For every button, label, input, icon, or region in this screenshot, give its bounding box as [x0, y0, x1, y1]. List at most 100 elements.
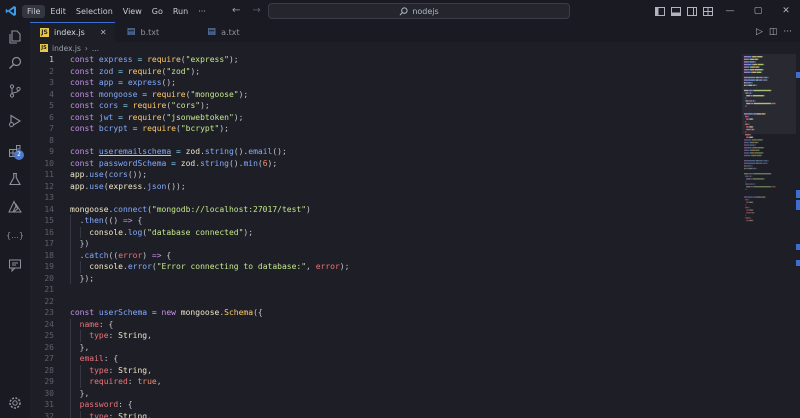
tab-index-js[interactable]: JS index.js ✕ [30, 22, 115, 42]
code-line[interactable]: 15 .then(() => { [30, 215, 742, 227]
minimap-token [756, 71, 762, 73]
minimap-token [745, 175, 748, 177]
code-line[interactable]: 31 password: { [30, 399, 742, 411]
code-line[interactable]: 24 name: { [30, 318, 742, 330]
breadcrumb-file[interactable]: index.js [52, 44, 81, 53]
minimap-token [750, 212, 752, 214]
code-line[interactable]: 14 mongoose.connect("mongodb://localhost:… [30, 204, 742, 216]
code-line[interactable]: 9 const useremailschema = zod.string().em… [30, 146, 742, 158]
json-braces-icon[interactable]: {...} [0, 222, 30, 248]
code-line[interactable]: 20 }); [30, 272, 742, 284]
menu-item-run[interactable]: Run [168, 5, 193, 18]
breadcrumb-trail[interactable]: ... [92, 44, 99, 53]
command-center-search[interactable]: nodejs [268, 3, 570, 19]
settings-gear-icon[interactable] [0, 390, 30, 416]
close-window-button[interactable]: ✕ [772, 0, 800, 22]
explorer-icon[interactable] [0, 24, 30, 50]
code-line[interactable]: 17 }) [30, 238, 742, 250]
minimize-button[interactable]: — [716, 0, 744, 22]
close-tab-icon[interactable]: ✕ [100, 28, 107, 37]
minimap-token [766, 162, 767, 164]
code-line[interactable]: 8 [30, 135, 742, 147]
customize-layout-icon[interactable] [700, 0, 716, 22]
code-line[interactable]: 4 const mongoose = require("mongoose"); [30, 89, 742, 101]
vertical-scrollbar[interactable] [796, 54, 800, 418]
minimap-token [745, 97, 747, 99]
code-line[interactable]: 3 const app = express(); [30, 77, 742, 89]
toggle-primary-sidebar-icon[interactable] [652, 0, 668, 22]
menu-item-view[interactable]: View [118, 5, 147, 18]
code-line[interactable]: 7 const bcrypt = require("bcrypt"); [30, 123, 742, 135]
code-line[interactable]: 1 const express = require("express"); [30, 54, 742, 66]
minimap-token [754, 58, 756, 60]
search-sidebar-icon[interactable] [0, 50, 30, 76]
code-line[interactable]: 25 type: String, [30, 330, 742, 342]
code-line[interactable]: 27 email: { [30, 353, 742, 365]
toggle-panel-icon[interactable] [668, 0, 684, 22]
testing-flask-icon[interactable] [0, 166, 30, 192]
code-line[interactable]: 30 }, [30, 387, 742, 399]
menu-item-file[interactable]: File [22, 4, 46, 18]
code-line[interactable]: 18 .catch((error) => { [30, 249, 742, 261]
code-line[interactable]: 5 const cors = require("cors"); [30, 100, 742, 112]
minimap-token [753, 89, 771, 92]
minimap-token [750, 186, 751, 188]
toggle-secondary-sidebar-icon[interactable] [684, 0, 700, 22]
minimap-token [744, 149, 748, 151]
menu-item-selection[interactable]: Selection [71, 5, 118, 18]
code-line[interactable]: 10 const passwordSchema = zod.string().mi… [30, 158, 742, 170]
code-line[interactable]: 21 [30, 284, 742, 296]
source-control-icon[interactable] [0, 78, 30, 104]
minimap-token [772, 186, 775, 188]
menu-item-edit[interactable]: Edit [45, 5, 71, 18]
minimap[interactable] [742, 54, 798, 418]
split-editor-icon[interactable]: ◫ [769, 27, 778, 37]
code-line[interactable]: 29 required: true, [30, 376, 742, 388]
run-debug-icon[interactable] [0, 108, 30, 134]
menu-item-go[interactable]: Go [147, 5, 168, 18]
code-line[interactable]: 22 [30, 296, 742, 308]
code-line[interactable]: 32 type: String, [30, 410, 742, 418]
minimap-token [755, 152, 763, 154]
back-arrow-icon[interactable]: ← [232, 4, 240, 18]
tab-a-txt[interactable]: ▤ a.txt [167, 22, 247, 42]
code-line[interactable]: 11 app.use(cors()); [30, 169, 742, 181]
minimap-token [751, 71, 753, 73]
minimap-token [744, 167, 746, 170]
run-file-icon[interactable]: ▷ [756, 27, 763, 37]
menu-item-more[interactable]: ··· [193, 5, 211, 18]
minimap-token [766, 79, 768, 81]
minimap-token [756, 71, 757, 73]
minimap-token [750, 61, 755, 63]
azure-icon[interactable] [0, 194, 30, 220]
more-actions-icon[interactable]: ··· [783, 27, 792, 37]
code-line[interactable]: 28 type: String, [30, 364, 742, 376]
code-line[interactable]: 23 const userSchema = new mongoose.Schema… [30, 307, 742, 319]
minimap-viewport[interactable] [742, 54, 796, 134]
minimap-token [749, 144, 751, 146]
code-editor[interactable]: 1 const express = require("express"); 2 con… [30, 54, 742, 418]
code-line[interactable]: 12 app.use(express.json()); [30, 181, 742, 193]
minimap-token [744, 144, 748, 146]
activity-bar: 2 {...} [0, 22, 30, 418]
minimap-token [748, 126, 750, 128]
maximize-button[interactable]: ▢ [744, 0, 772, 22]
code-line[interactable]: 13 [30, 192, 742, 204]
forward-arrow-icon[interactable]: → [252, 4, 260, 18]
code-line[interactable]: 2 const zod = require("zod"); [30, 66, 742, 78]
remote-chat-icon[interactable] [0, 252, 30, 278]
minimap-token [745, 105, 747, 107]
minimap-token [764, 160, 768, 162]
minimap-token [758, 162, 759, 164]
minimap-token [745, 92, 746, 94]
minimap-token [747, 175, 751, 177]
tab-b-txt[interactable]: ▤ b.txt [115, 22, 168, 42]
code-line[interactable]: 19 console.error("Error connecting to da… [30, 261, 742, 273]
extensions-icon[interactable]: 2 [0, 138, 30, 164]
minimap-token [747, 123, 750, 125]
code-line[interactable]: 26 }, [30, 341, 742, 353]
line-number: 30 [44, 388, 54, 398]
code-line[interactable]: 16 console.log("database connected"); [30, 226, 742, 238]
minimap-token [747, 76, 756, 79]
code-line[interactable]: 6 const jwt = require("jsonwebtoken"); [30, 112, 742, 124]
